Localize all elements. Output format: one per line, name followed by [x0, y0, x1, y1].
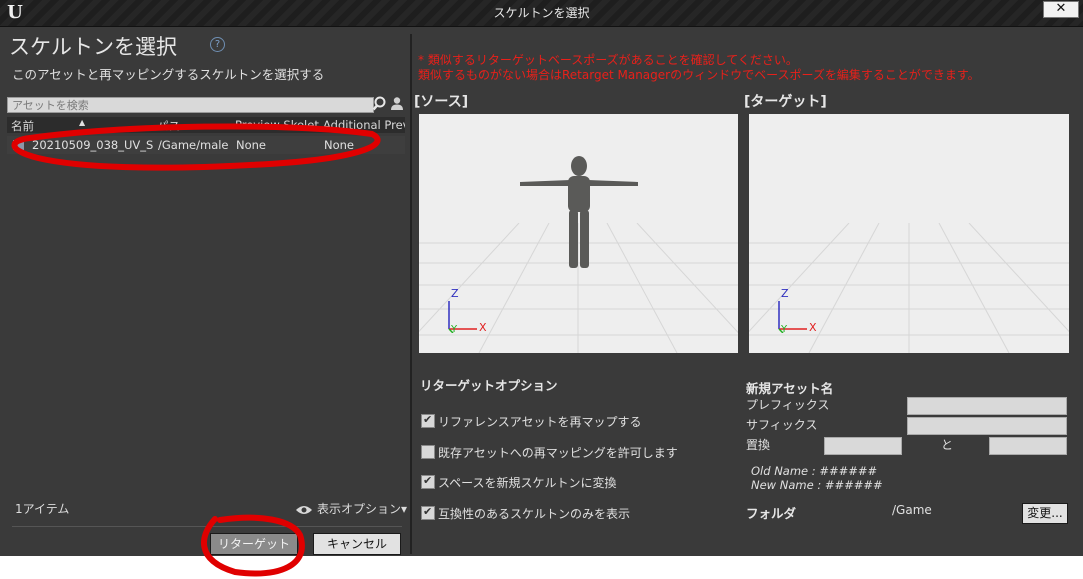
warning-line-2: 類似するものがない場合はRetarget Managerのウィンドウでベースポー…: [418, 68, 980, 82]
grid-floor: [749, 223, 1069, 353]
target-label: [ターゲット]: [744, 94, 827, 110]
allow-remap-existing-checkbox[interactable]: [421, 445, 435, 459]
view-options-label: 表示オプション▾: [317, 502, 408, 516]
table-row[interactable]: 20210509_038_UV_Sk /Game/male None None: [7, 136, 405, 154]
row-preview: None: [236, 138, 267, 152]
subtitle: このアセットと再マッピングするスケルトンを選択する: [12, 67, 325, 82]
axis-z-label: Z: [451, 287, 459, 300]
new-name-preview: New Name : ######: [751, 478, 883, 492]
close-button[interactable]: ✕: [1043, 1, 1079, 18]
replace-from-field[interactable]: [824, 437, 904, 458]
sort-ascending-icon: ▲: [79, 118, 86, 127]
prefix-label: プレフィックス: [746, 398, 830, 412]
cancel-button[interactable]: キャンセル: [313, 533, 401, 555]
user-filter-icon[interactable]: [390, 96, 404, 111]
view-options-button[interactable]: 表示オプション▾: [295, 500, 407, 517]
axis-gizmo: Z X Y: [445, 287, 487, 335]
retarget-options-panel: * 類似するリターゲットベースポーズがあることを確認してください。 類似するもの…: [412, 27, 1083, 556]
convert-spaces-label: スペースを新規スケルトンに変換: [438, 476, 617, 490]
replace-from-input[interactable]: [825, 441, 904, 458]
folder-label: フォルダ: [746, 506, 797, 521]
page-title: スケルトンを選択: [9, 35, 177, 59]
column-preview-skeleton[interactable]: Preview Skeleta: [235, 118, 319, 132]
axis-y-label: Y: [451, 324, 458, 335]
row-path: /Game/male: [158, 138, 228, 152]
skeleton-select-dialog: U スケルトンを選択 ✕ スケルトンを選択 ? このアセットと再マッピングするス…: [0, 0, 1083, 556]
source-label: [ソース]: [414, 94, 469, 110]
convert-spaces-checkbox[interactable]: [421, 474, 435, 489]
compatible-only-label: 互換性のあるスケルトンのみを表示: [438, 507, 631, 521]
column-path[interactable]: パス: [157, 118, 229, 134]
target-viewport[interactable]: Z X Y: [749, 114, 1069, 353]
allow-remap-existing-label: 既存アセットへの再マッピングを許可します: [438, 446, 678, 460]
retarget-button[interactable]: リターゲット: [210, 533, 298, 555]
axis-gizmo: Z X Y: [775, 287, 817, 335]
asset-list-area[interactable]: [7, 156, 405, 492]
help-icon[interactable]: ?: [210, 37, 225, 52]
skeleton-picker-panel: スケルトンを選択 ? このアセットと再マッピングするスケルトンを選択する 名前 …: [0, 27, 410, 556]
suffix-input[interactable]: [908, 421, 1069, 438]
old-name-preview: Old Name : ######: [751, 464, 878, 478]
column-additional-preview[interactable]: Additional Prev: [323, 118, 405, 132]
prefix-field[interactable]: [907, 397, 1069, 418]
row-name: 20210509_038_UV_Sk: [32, 138, 154, 152]
skeleton-asset-icon: [13, 140, 24, 150]
suffix-field[interactable]: [907, 417, 1069, 438]
retarget-options-title: リターゲットオプション: [420, 378, 558, 393]
axis-x-label: X: [479, 321, 487, 334]
remap-reference-label: リファレンスアセットを再マップする: [438, 415, 642, 429]
prefix-input[interactable]: [908, 401, 1069, 418]
mannequin-figure: [520, 156, 638, 268]
replace-to-field[interactable]: [989, 437, 1069, 458]
row-additional: None: [324, 138, 355, 152]
search-box[interactable]: [7, 97, 374, 113]
search-input[interactable]: [12, 98, 362, 112]
search-icon[interactable]: [372, 96, 386, 111]
axis-y-label: Y: [781, 324, 788, 335]
replace-to-label: と: [941, 438, 954, 452]
divider: [12, 526, 402, 527]
replace-label: 置換: [746, 438, 771, 452]
folder-value: /Game: [892, 503, 932, 517]
title-bar[interactable]: U スケルトンを選択 ✕: [0, 0, 1083, 27]
source-viewport[interactable]: Z X Y: [419, 114, 738, 353]
compatible-only-checkbox[interactable]: [421, 505, 435, 520]
new-asset-name-title: 新規アセット名: [746, 381, 834, 396]
axis-x-label: X: [809, 321, 817, 334]
suffix-label: サフィックス: [746, 418, 818, 432]
asset-table-header: 名前 ▲ パス Preview Skeleta Additional Prev: [7, 117, 405, 133]
eye-icon: [296, 505, 312, 514]
item-count: 1アイテム: [15, 502, 70, 516]
remap-reference-checkbox[interactable]: [421, 413, 435, 428]
change-folder-button[interactable]: 変更...: [1022, 503, 1068, 524]
replace-to-input[interactable]: [990, 441, 1069, 458]
axis-z-label: Z: [781, 287, 789, 300]
window-title: スケルトンを選択: [493, 6, 590, 20]
